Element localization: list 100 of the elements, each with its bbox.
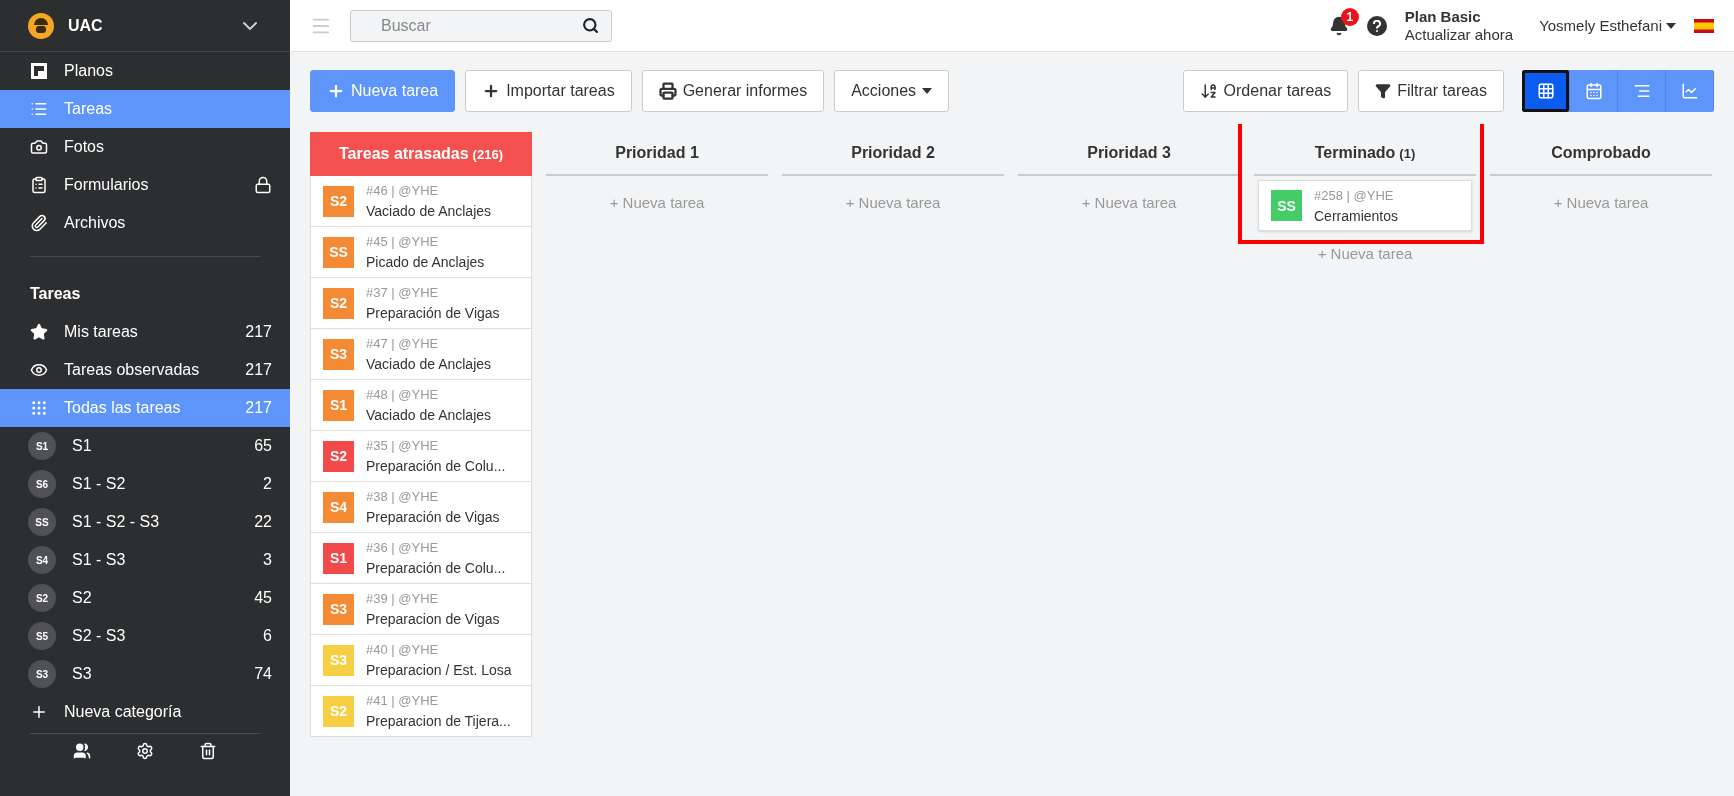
help-icon[interactable] <box>1366 15 1387 36</box>
task-card[interactable]: S1 #48 | @YHE Vaciado de Anclajes <box>310 380 532 431</box>
bell-icon[interactable] <box>1328 15 1349 36</box>
section-title: Tareas <box>29 284 82 304</box>
task-card[interactable]: SS #45 | @YHE Picado de Anclajes <box>310 227 532 278</box>
task-card[interactable]: S2 #46 | @YHE Vaciado de Anclajes <box>310 176 532 227</box>
task-title: Vaciado de Anclajes <box>366 406 492 425</box>
category-badge: S1 <box>323 389 354 421</box>
category-badge: S4 <box>323 491 354 523</box>
category-item[interactable]: S3 S3 74 <box>0 655 290 693</box>
blueprint-icon <box>30 62 48 80</box>
category-badge: S3 <box>323 593 354 625</box>
toolbar-button[interactable]: Acciones <box>834 70 950 112</box>
new-category-link[interactable]: Nueva categoría <box>0 693 290 731</box>
task-meta: #258 | @YHE <box>1314 186 1395 205</box>
column-header: Comprobado <box>1490 132 1712 176</box>
toolbar-button[interactable]: Ordenar tareas <box>1182 70 1349 112</box>
sort-icon <box>1199 82 1218 100</box>
task-meta: #45 | @YHE <box>366 233 440 251</box>
category-badge: S3 <box>323 644 354 676</box>
toolbar-button[interactable]: Generar informes <box>641 70 825 112</box>
calendar-icon <box>1584 82 1603 100</box>
category-badge: S1 <box>28 432 56 460</box>
task-meta: #37 | @YHE <box>366 284 440 302</box>
flag-icon[interactable] <box>1694 18 1714 33</box>
category-item[interactable]: S1 S1 65 <box>0 427 290 465</box>
toolbar-button[interactable]: Filtrar tareas <box>1358 70 1504 112</box>
trash-icon[interactable] <box>199 742 218 760</box>
plus-icon <box>30 703 48 721</box>
task-meta: #41 | @YHE <box>366 692 440 710</box>
task-meta: #46 | @YHE <box>366 182 440 200</box>
category-badge: S1 <box>323 542 354 574</box>
category-badge: S6 <box>28 470 56 498</box>
category-item[interactable]: S4 S1 - S3 3 <box>0 541 290 579</box>
camera-icon <box>30 138 48 156</box>
category-badge: SS <box>323 236 354 268</box>
category-badge: S2 <box>323 185 354 217</box>
toolbar-button[interactable]: Importar tareas <box>465 70 632 112</box>
category-badge: S3 <box>323 338 354 370</box>
category-badge: S2 <box>323 440 354 472</box>
task-card[interactable]: S2 #37 | @YHE Preparación de Vigas <box>310 278 532 329</box>
task-title: Preparación de Vigas <box>366 508 500 527</box>
task-title: Vaciado de Anclajes <box>366 355 492 374</box>
task-meta: #47 | @YHE <box>366 335 440 353</box>
dots-grid-icon <box>30 399 48 417</box>
category-badge: S4 <box>28 546 56 574</box>
filter-item[interactable]: Mis tareas 217 <box>0 313 290 351</box>
nav-item[interactable]: Archivos <box>0 204 290 242</box>
task-title: Preparación de Vigas <box>366 304 500 323</box>
task-card[interactable]: S3 #40 | @YHE Preparacion / Est. Losa <box>310 635 532 686</box>
nav-item[interactable]: Planos <box>0 52 290 90</box>
task-title: Cerramientos <box>1314 206 1399 226</box>
list-icon <box>30 100 48 118</box>
settings-icon[interactable] <box>136 742 154 760</box>
user-menu[interactable]: Yosmely Esthefani <box>1539 17 1676 34</box>
star-icon <box>30 323 48 341</box>
filter-item[interactable]: Tareas observadas 217 <box>0 351 290 389</box>
grid-icon <box>1536 82 1555 100</box>
category-badge: S2 <box>323 695 354 727</box>
nav-item[interactable]: Formularios <box>0 166 290 204</box>
project-name: UAC <box>68 16 104 35</box>
category-badge: S2 <box>28 584 56 612</box>
caret-icon <box>922 88 933 94</box>
task-card[interactable]: S2 #41 | @YHE Preparacion de Tijera... <box>310 686 532 737</box>
notification-badge: 1 <box>1340 7 1359 26</box>
task-meta: #35 | @YHE <box>366 437 440 455</box>
task-card[interactable]: S3 #39 | @YHE Preparacion de Vigas <box>310 584 532 635</box>
column-header: Prioridad 1 <box>546 132 768 176</box>
bars-icon <box>1632 82 1651 100</box>
category-badge: SS <box>28 508 56 536</box>
category-item[interactable]: SS S1 - S2 - S3 22 <box>0 503 290 541</box>
users-icon[interactable] <box>72 742 91 760</box>
nav-item[interactable]: Fotos <box>0 128 290 166</box>
column-header: Terminado (1) <box>1254 132 1476 176</box>
category-badge: S5 <box>28 622 56 650</box>
task-title: Preparacion de Tijera... <box>366 712 511 731</box>
task-card[interactable]: S4 #38 | @YHE Preparación de Vigas <box>310 482 532 533</box>
task-card[interactable]: S3 #47 | @YHE Vaciado de Anclajes <box>310 329 532 380</box>
task-card[interactable]: S1 #36 | @YHE Preparación de Colu... <box>310 533 532 584</box>
task-title: Picado de Anclajes <box>366 253 485 272</box>
task-title: Vaciado de Anclajes <box>366 202 492 221</box>
view-button[interactable] <box>1522 70 1570 112</box>
category-item[interactable]: S5 S2 - S3 6 <box>0 617 290 655</box>
task-card[interactable]: S2 #35 | @YHE Preparación de Colu... <box>310 431 532 482</box>
caret-icon <box>1666 22 1676 29</box>
line-chart-icon <box>1680 82 1699 100</box>
category-badge: SS <box>1271 190 1302 221</box>
task-meta: #38 | @YHE <box>366 488 440 506</box>
task-meta: #36 | @YHE <box>366 539 440 557</box>
printer-icon <box>658 82 677 100</box>
plus-icon <box>327 82 345 100</box>
task-card[interactable]: SS #258 | @YHE Cerramientos <box>1258 180 1472 231</box>
upgrade-link[interactable]: Actualizar ahora <box>1404 25 1514 44</box>
category-item[interactable]: S2 S2 45 <box>0 579 290 617</box>
category-item[interactable]: S6 S1 - S2 2 <box>0 465 290 503</box>
task-title: Preparacion de Vigas <box>366 610 500 629</box>
task-title: Preparacion / Est. Losa <box>366 661 512 680</box>
column-header: Prioridad 2 <box>782 132 1004 176</box>
category-badge: S3 <box>28 660 56 688</box>
column-header: Prioridad 3 <box>1018 132 1240 176</box>
